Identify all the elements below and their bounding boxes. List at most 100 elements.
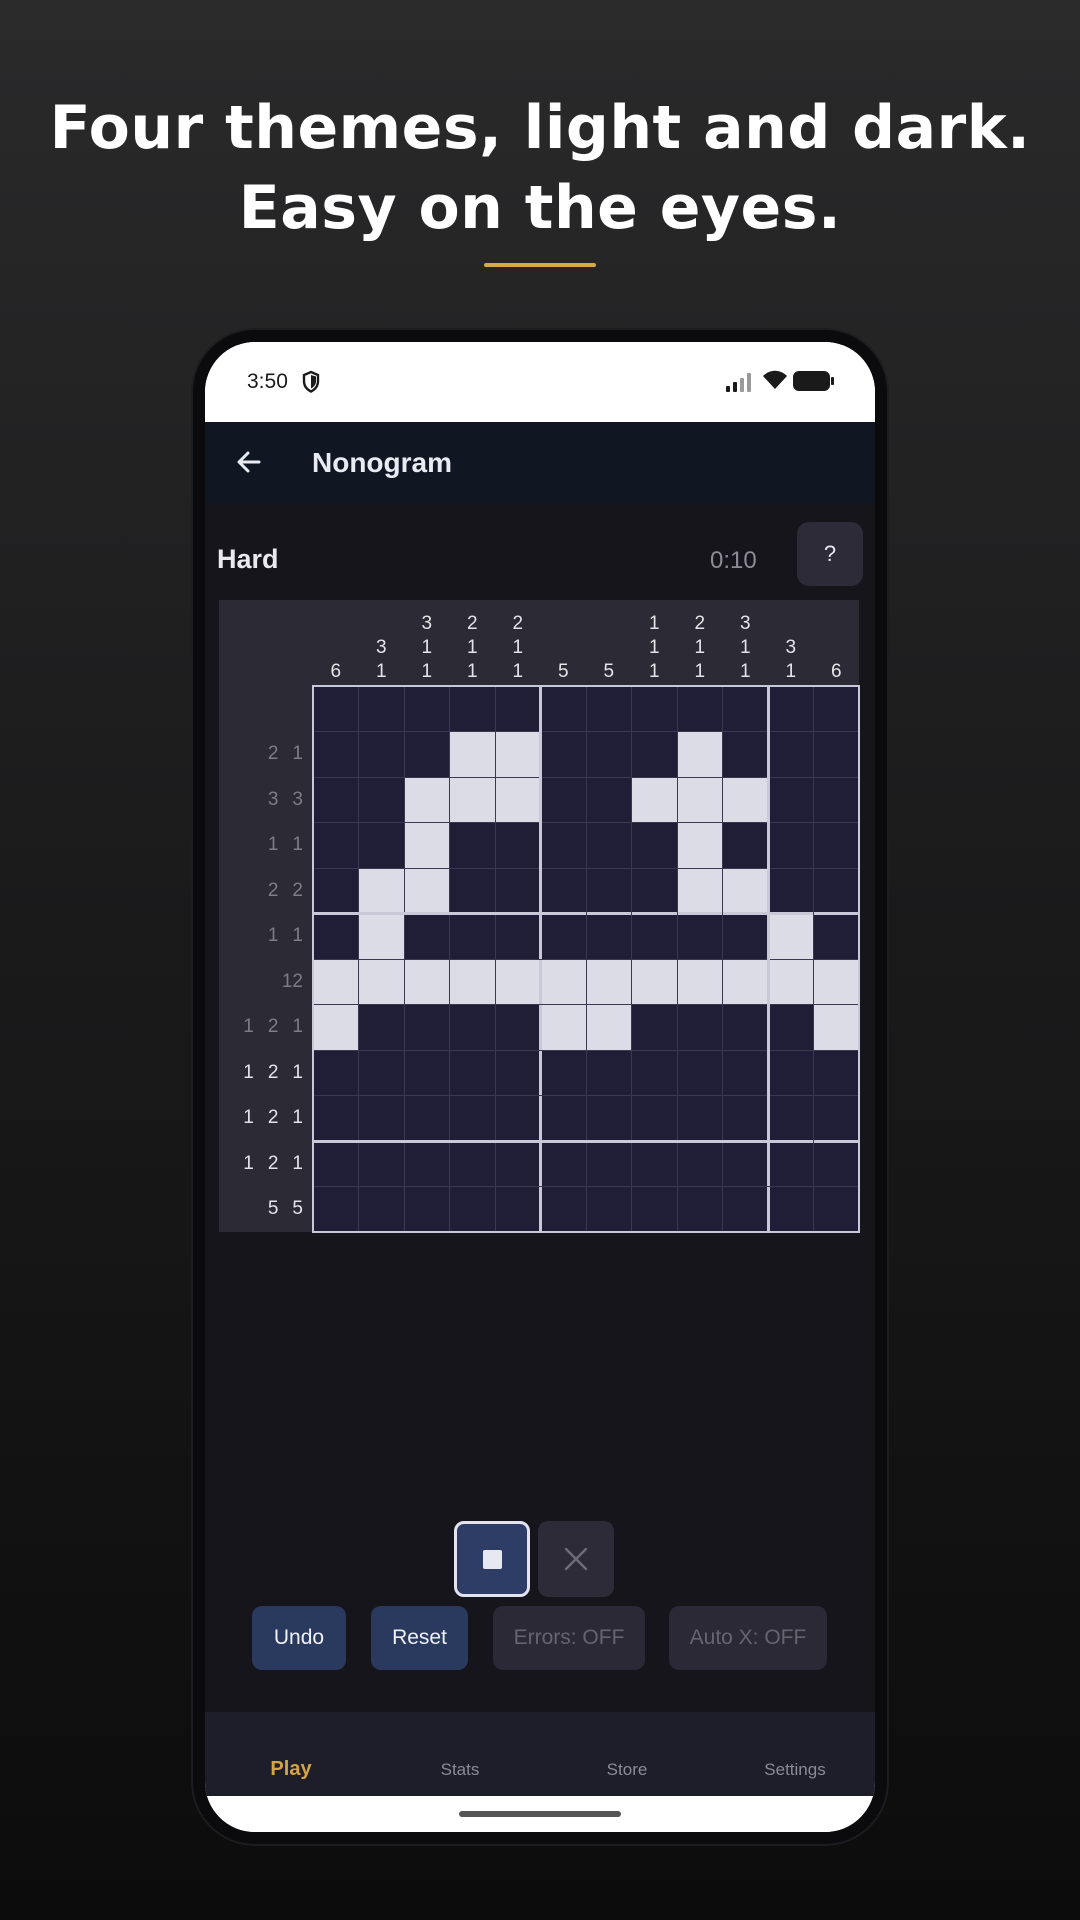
column-clue: 6: [313, 600, 359, 686]
row-clue: 121: [219, 1141, 313, 1187]
clue-number: 1: [739, 637, 751, 658]
nav-stats[interactable]: Stats: [410, 1760, 510, 1780]
clue-number: 1: [512, 661, 524, 682]
grid-border: [312, 685, 860, 1233]
clue-number: 6: [830, 661, 842, 682]
row-clue: 121: [219, 1050, 313, 1096]
clue-number: 3: [292, 788, 303, 810]
row-clue: 121: [219, 1096, 313, 1142]
headline-line-1: Four themes, light and dark.: [49, 93, 1031, 163]
row-clue: 21: [219, 732, 313, 778]
clue-number: 2: [267, 1061, 279, 1083]
clue-number: 2: [694, 613, 706, 634]
game-screen: Hard 0:10 ? 63131121121155111211311316 2…: [205, 504, 875, 1712]
clue-number: 1: [648, 637, 660, 658]
column-clue: 31: [359, 600, 405, 686]
clue-number: 1: [292, 1061, 303, 1083]
shield-icon: [302, 370, 320, 393]
clue-number: 5: [292, 1198, 303, 1220]
column-clue: 5: [541, 600, 587, 686]
clue-number: 2: [267, 1152, 279, 1174]
reset-button[interactable]: Reset: [371, 1606, 468, 1670]
clue-number: 5: [267, 1198, 279, 1220]
row-clue: 11: [219, 914, 313, 960]
home-indicator[interactable]: [459, 1811, 621, 1817]
help-button[interactable]: ?: [797, 522, 863, 586]
arrow-left-icon[interactable]: [229, 442, 269, 482]
clue-number: 1: [512, 637, 524, 658]
column-clue: 3 1 1: [723, 600, 769, 686]
undo-button[interactable]: Undo: [252, 1606, 346, 1670]
clue-number: 2: [267, 879, 279, 901]
column-clue: 31: [768, 600, 814, 686]
clue-number: 1: [243, 1107, 254, 1129]
clue-number: 1: [648, 661, 660, 682]
column-clue: 3 1 1: [404, 600, 450, 686]
phone-frame: 3:50 Nonogram Hard 0:10 ? 6 3 1 3 1 1 2 …: [193, 330, 887, 1844]
clue-number: 1: [292, 743, 303, 765]
clue-number: 6: [330, 661, 342, 682]
clue-number: 5: [603, 661, 615, 682]
clue-number: 3: [739, 613, 751, 634]
clue-corner: [219, 600, 313, 686]
row-clues: 2 1 3 3 1 1 2 2 1 1 12 1 2 1 1 2 1 1 2 1 1 2 1 5 5: [219, 686, 313, 1232]
clue-number: 2: [292, 879, 303, 901]
row-clue: 11: [219, 823, 313, 869]
fill-mode-button[interactable]: [454, 1521, 530, 1597]
clue-number: 1: [648, 613, 660, 634]
clue-number: 1: [292, 1152, 303, 1174]
promo-headline: Four themes, light and dark. Easy on the…: [0, 88, 1080, 248]
clue-number: 12: [281, 970, 303, 992]
clue-number: 1: [243, 1016, 254, 1038]
row-clue: [219, 686, 313, 732]
clue-number: 1: [267, 834, 279, 856]
clue-number: 1: [292, 925, 303, 947]
signal-icon: [726, 373, 751, 392]
row-clue: 33: [219, 777, 313, 823]
nav-store[interactable]: Store: [577, 1760, 677, 1780]
battery-icon: [793, 371, 834, 391]
row-clue: 22: [219, 868, 313, 914]
column-clue: 2 1 1: [450, 600, 496, 686]
app-bar: Nonogram: [205, 422, 875, 504]
nav-settings[interactable]: Settings: [745, 1760, 845, 1780]
column-clue: 6: [814, 600, 860, 686]
clue-number: 1: [292, 834, 303, 856]
filled-square-icon: [482, 1549, 502, 1569]
clue-number: 3: [267, 788, 279, 810]
puzzle-grid: [312, 685, 860, 1233]
headline-underline: [484, 263, 596, 267]
bottom-nav: Play Stats Store Settings: [205, 1712, 875, 1796]
clue-number: 1: [421, 637, 433, 658]
auto-x-toggle[interactable]: Auto X: OFF: [669, 1606, 827, 1670]
row-clue: 55: [219, 1187, 313, 1233]
phone-screen: 3:50 Nonogram Hard 0:10 ? 6 3 1 3 1 1 2 …: [205, 342, 875, 1832]
column-clues: 63131121121155111211311316: [313, 600, 859, 686]
clue-number: 1: [694, 661, 706, 682]
clue-number: 3: [785, 637, 797, 658]
app-title: Nonogram: [312, 447, 452, 478]
status-bar: 3:50: [205, 342, 875, 422]
column-clue: 1 1 1: [632, 600, 678, 686]
headline-line-2: Easy on the eyes.: [238, 173, 842, 243]
clue-number: 2: [512, 613, 524, 634]
errors-toggle[interactable]: Errors: OFF: [493, 1606, 645, 1670]
nav-play[interactable]: Play: [241, 1758, 341, 1781]
clue-number: 2: [267, 743, 279, 765]
x-mark-icon: [564, 1547, 588, 1571]
gesture-bar: [205, 1796, 875, 1832]
clue-number: 1: [292, 1016, 303, 1038]
clue-number: 2: [267, 1107, 279, 1129]
column-clue: 5: [586, 600, 632, 686]
clue-number: 2: [267, 1016, 279, 1038]
nonogram-puzzle: 63131121121155111211311316 2 1 3 3 1 1 2 2 1 1 12 1…: [219, 600, 860, 1233]
row-clue: 121: [219, 1005, 313, 1051]
clue-number: 3: [375, 637, 387, 658]
clue-number: 1: [694, 637, 706, 658]
clue-number: 1: [785, 661, 797, 682]
clue-number: 1: [739, 661, 751, 682]
clue-number: 1: [292, 1107, 303, 1129]
clue-number: 5: [557, 661, 569, 682]
clue-number: 1: [267, 925, 279, 947]
cross-mode-button[interactable]: [538, 1521, 614, 1597]
